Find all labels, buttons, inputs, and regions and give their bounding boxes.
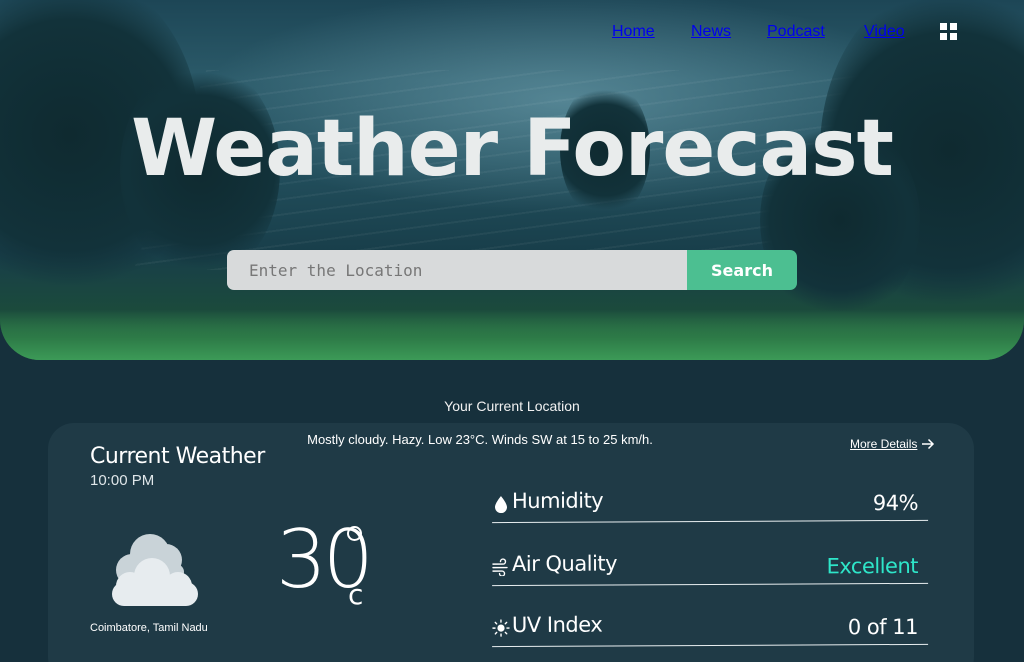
city-label: Coimbatore, Tamil Nadu [90, 622, 208, 634]
sun-icon [492, 619, 510, 637]
metric-label: UV Index [511, 612, 603, 638]
metric-label: Humidity [511, 488, 604, 514]
current-location-label: Your Current Location [444, 398, 580, 414]
nav-video-link[interactable]: Video [864, 23, 905, 41]
wind-icon [492, 558, 508, 577]
metric-value: 94% [872, 490, 919, 516]
degree-symbol [347, 526, 362, 541]
metric-value: Excellent [826, 553, 919, 579]
metric-uv-index: UV Index 0 of 11 [491, 608, 929, 648]
metric-humidity: Humidity 94% [491, 484, 929, 524]
hero-grass [0, 310, 1024, 360]
grid-menu-icon[interactable] [940, 23, 957, 40]
nav-podcast-link[interactable]: Podcast [767, 23, 825, 41]
metric-value: 0 of 11 [847, 614, 919, 640]
search-button[interactable]: Search [687, 250, 797, 290]
page-title: Weather Forecast [131, 104, 894, 194]
current-time: 10:00 PM [90, 472, 155, 489]
nav-home-link[interactable]: Home [612, 23, 655, 41]
more-details-label: More Details [850, 437, 918, 451]
droplet-icon [495, 496, 508, 514]
search-bar: Search [227, 250, 797, 290]
temperature-unit: c [348, 578, 364, 611]
more-details-link[interactable]: More Details [850, 437, 935, 451]
metric-air-quality: Air Quality Excellent [491, 547, 929, 587]
location-search-input[interactable] [227, 250, 687, 290]
current-weather-title: Current Weather [90, 444, 265, 469]
arrow-right-icon [922, 438, 935, 450]
cloudy-icon [112, 534, 198, 606]
nav-news-link[interactable]: News [691, 23, 731, 41]
metric-label: Air Quality [511, 551, 618, 577]
